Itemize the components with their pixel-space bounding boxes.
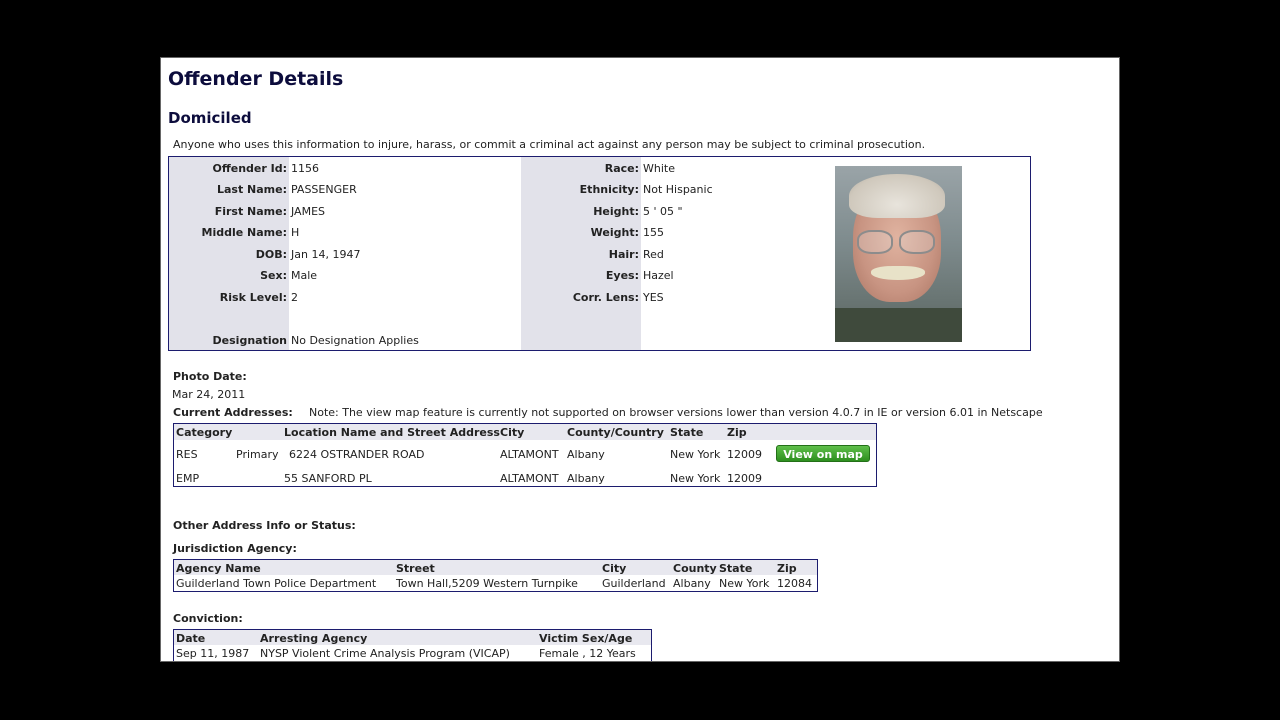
eyes-value: Hazel — [643, 269, 674, 282]
designation-label: Designation — [212, 334, 287, 347]
header-agency-name: Agency Name — [176, 562, 261, 575]
ethnicity-label: Ethnicity: — [579, 183, 639, 196]
race-label: Race: — [604, 162, 639, 175]
header-location: Location Name and Street Address — [284, 426, 500, 439]
address-row-2-city: ALTAMONT — [500, 472, 559, 485]
header-state: State — [719, 562, 753, 575]
jurisdiction-zip: 12084 — [777, 577, 812, 590]
legal-warning: Anyone who uses this information to inju… — [173, 138, 926, 151]
header-victim-sex-age: Victim Sex/Age — [539, 632, 633, 645]
address-row-1-type: Primary — [236, 448, 279, 461]
offender-details-box: Offender Id: 1156 Last Name: PASSENGER F… — [168, 156, 1031, 351]
offender-id-label: Offender Id: — [212, 162, 287, 175]
conviction-label: Conviction: — [173, 612, 243, 625]
other-address-info-label: Other Address Info or Status: — [173, 519, 356, 532]
address-row-1-street: 6224 OSTRANDER ROAD — [289, 448, 425, 461]
dob-label: DOB: — [255, 248, 287, 261]
header-county-country: County/Country — [567, 426, 664, 439]
header-zip: Zip — [777, 562, 797, 575]
height-value: 5 ' 05 " — [643, 205, 683, 218]
address-row-1-county: Albany — [567, 448, 605, 461]
first-name-label: First Name: — [214, 205, 287, 218]
photo-glasses — [855, 230, 939, 256]
ethnicity-value: Not Hispanic — [643, 183, 713, 196]
sex-value: Male — [291, 269, 318, 282]
weight-value: 155 — [643, 226, 664, 239]
risk-level-value: 2 — [291, 291, 298, 304]
photo-date-value: Mar 24, 2011 — [172, 388, 246, 401]
race-value: White — [643, 162, 675, 175]
height-label: Height: — [593, 205, 639, 218]
photo-date-label: Photo Date: — [173, 370, 247, 383]
map-support-note: Note: The view map feature is currently … — [309, 406, 1043, 419]
conviction-date: Sep 11, 1987 — [176, 647, 250, 660]
address-row-1-state: New York — [670, 448, 721, 461]
address-row-2-county: Albany — [567, 472, 605, 485]
header-county: County — [673, 562, 717, 575]
conviction-table: Date Arresting Agency Victim Sex/Age Sep… — [173, 629, 652, 661]
header-arresting-agency: Arresting Agency — [260, 632, 368, 645]
middle-name-label: Middle Name: — [201, 226, 287, 239]
conviction-victim: Female , 12 Years — [539, 647, 636, 660]
jurisdiction-agency-label: Jurisdiction Agency: — [173, 542, 297, 555]
eyes-label: Eyes: — [605, 269, 639, 282]
photo-mustache — [871, 266, 925, 280]
jurisdiction-agency: Guilderland Town Police Department — [176, 577, 377, 590]
address-row-1-zip: 12009 — [727, 448, 762, 461]
corr-lens-value: YES — [643, 291, 664, 304]
jurisdiction-city: Guilderland — [602, 577, 666, 590]
first-name-value: JAMES — [291, 205, 325, 218]
weight-label: Weight: — [590, 226, 639, 239]
address-row-1-city: ALTAMONT — [500, 448, 559, 461]
header-city: City — [500, 426, 525, 439]
offender-photo — [835, 166, 962, 342]
conviction-agency: NYSP Violent Crime Analysis Program (VIC… — [260, 647, 510, 660]
view-on-map-button[interactable]: View on map — [776, 445, 870, 462]
addresses-table-header — [174, 424, 876, 440]
risk-level-label: Risk Level: — [219, 291, 287, 304]
last-name-label: Last Name: — [216, 183, 287, 196]
photo-shirt — [835, 308, 962, 342]
address-row-2-category: EMP — [176, 472, 200, 485]
current-addresses-label: Current Addresses: — [173, 406, 293, 419]
jurisdiction-table: Agency Name Street City County State Zip… — [173, 559, 818, 592]
status-heading: Domiciled — [168, 109, 252, 127]
header-city: City — [602, 562, 627, 575]
offender-id-value: 1156 — [291, 162, 319, 175]
designation-value: No Designation Applies — [291, 334, 419, 347]
header-street: Street — [396, 562, 435, 575]
header-state: State — [670, 426, 704, 439]
address-row-2-street: 55 SANFORD PL — [284, 472, 372, 485]
jurisdiction-county: Albany — [673, 577, 711, 590]
address-row-2-state: New York — [670, 472, 721, 485]
jurisdiction-state: New York — [719, 577, 770, 590]
photo-hair — [849, 174, 945, 218]
jurisdiction-street: Town Hall,5209 Western Turnpike — [396, 577, 578, 590]
hair-label: Hair: — [608, 248, 639, 261]
page-title: Offender Details — [168, 68, 344, 90]
last-name-value: PASSENGER — [291, 183, 357, 196]
header-category: Category — [176, 426, 233, 439]
middle-name-value: H — [291, 226, 300, 239]
addresses-table: Category Location Name and Street Addres… — [173, 423, 877, 487]
address-row-1-category: RES — [176, 448, 198, 461]
hair-value: Red — [643, 248, 664, 261]
header-zip: Zip — [727, 426, 747, 439]
corr-lens-label: Corr. Lens: — [572, 291, 639, 304]
sex-label: Sex: — [260, 269, 287, 282]
address-row-2-zip: 12009 — [727, 472, 762, 485]
offender-details-page: Offender Details Domiciled Anyone who us… — [160, 57, 1120, 662]
dob-value: Jan 14, 1947 — [291, 248, 361, 261]
header-date: Date — [176, 632, 206, 645]
